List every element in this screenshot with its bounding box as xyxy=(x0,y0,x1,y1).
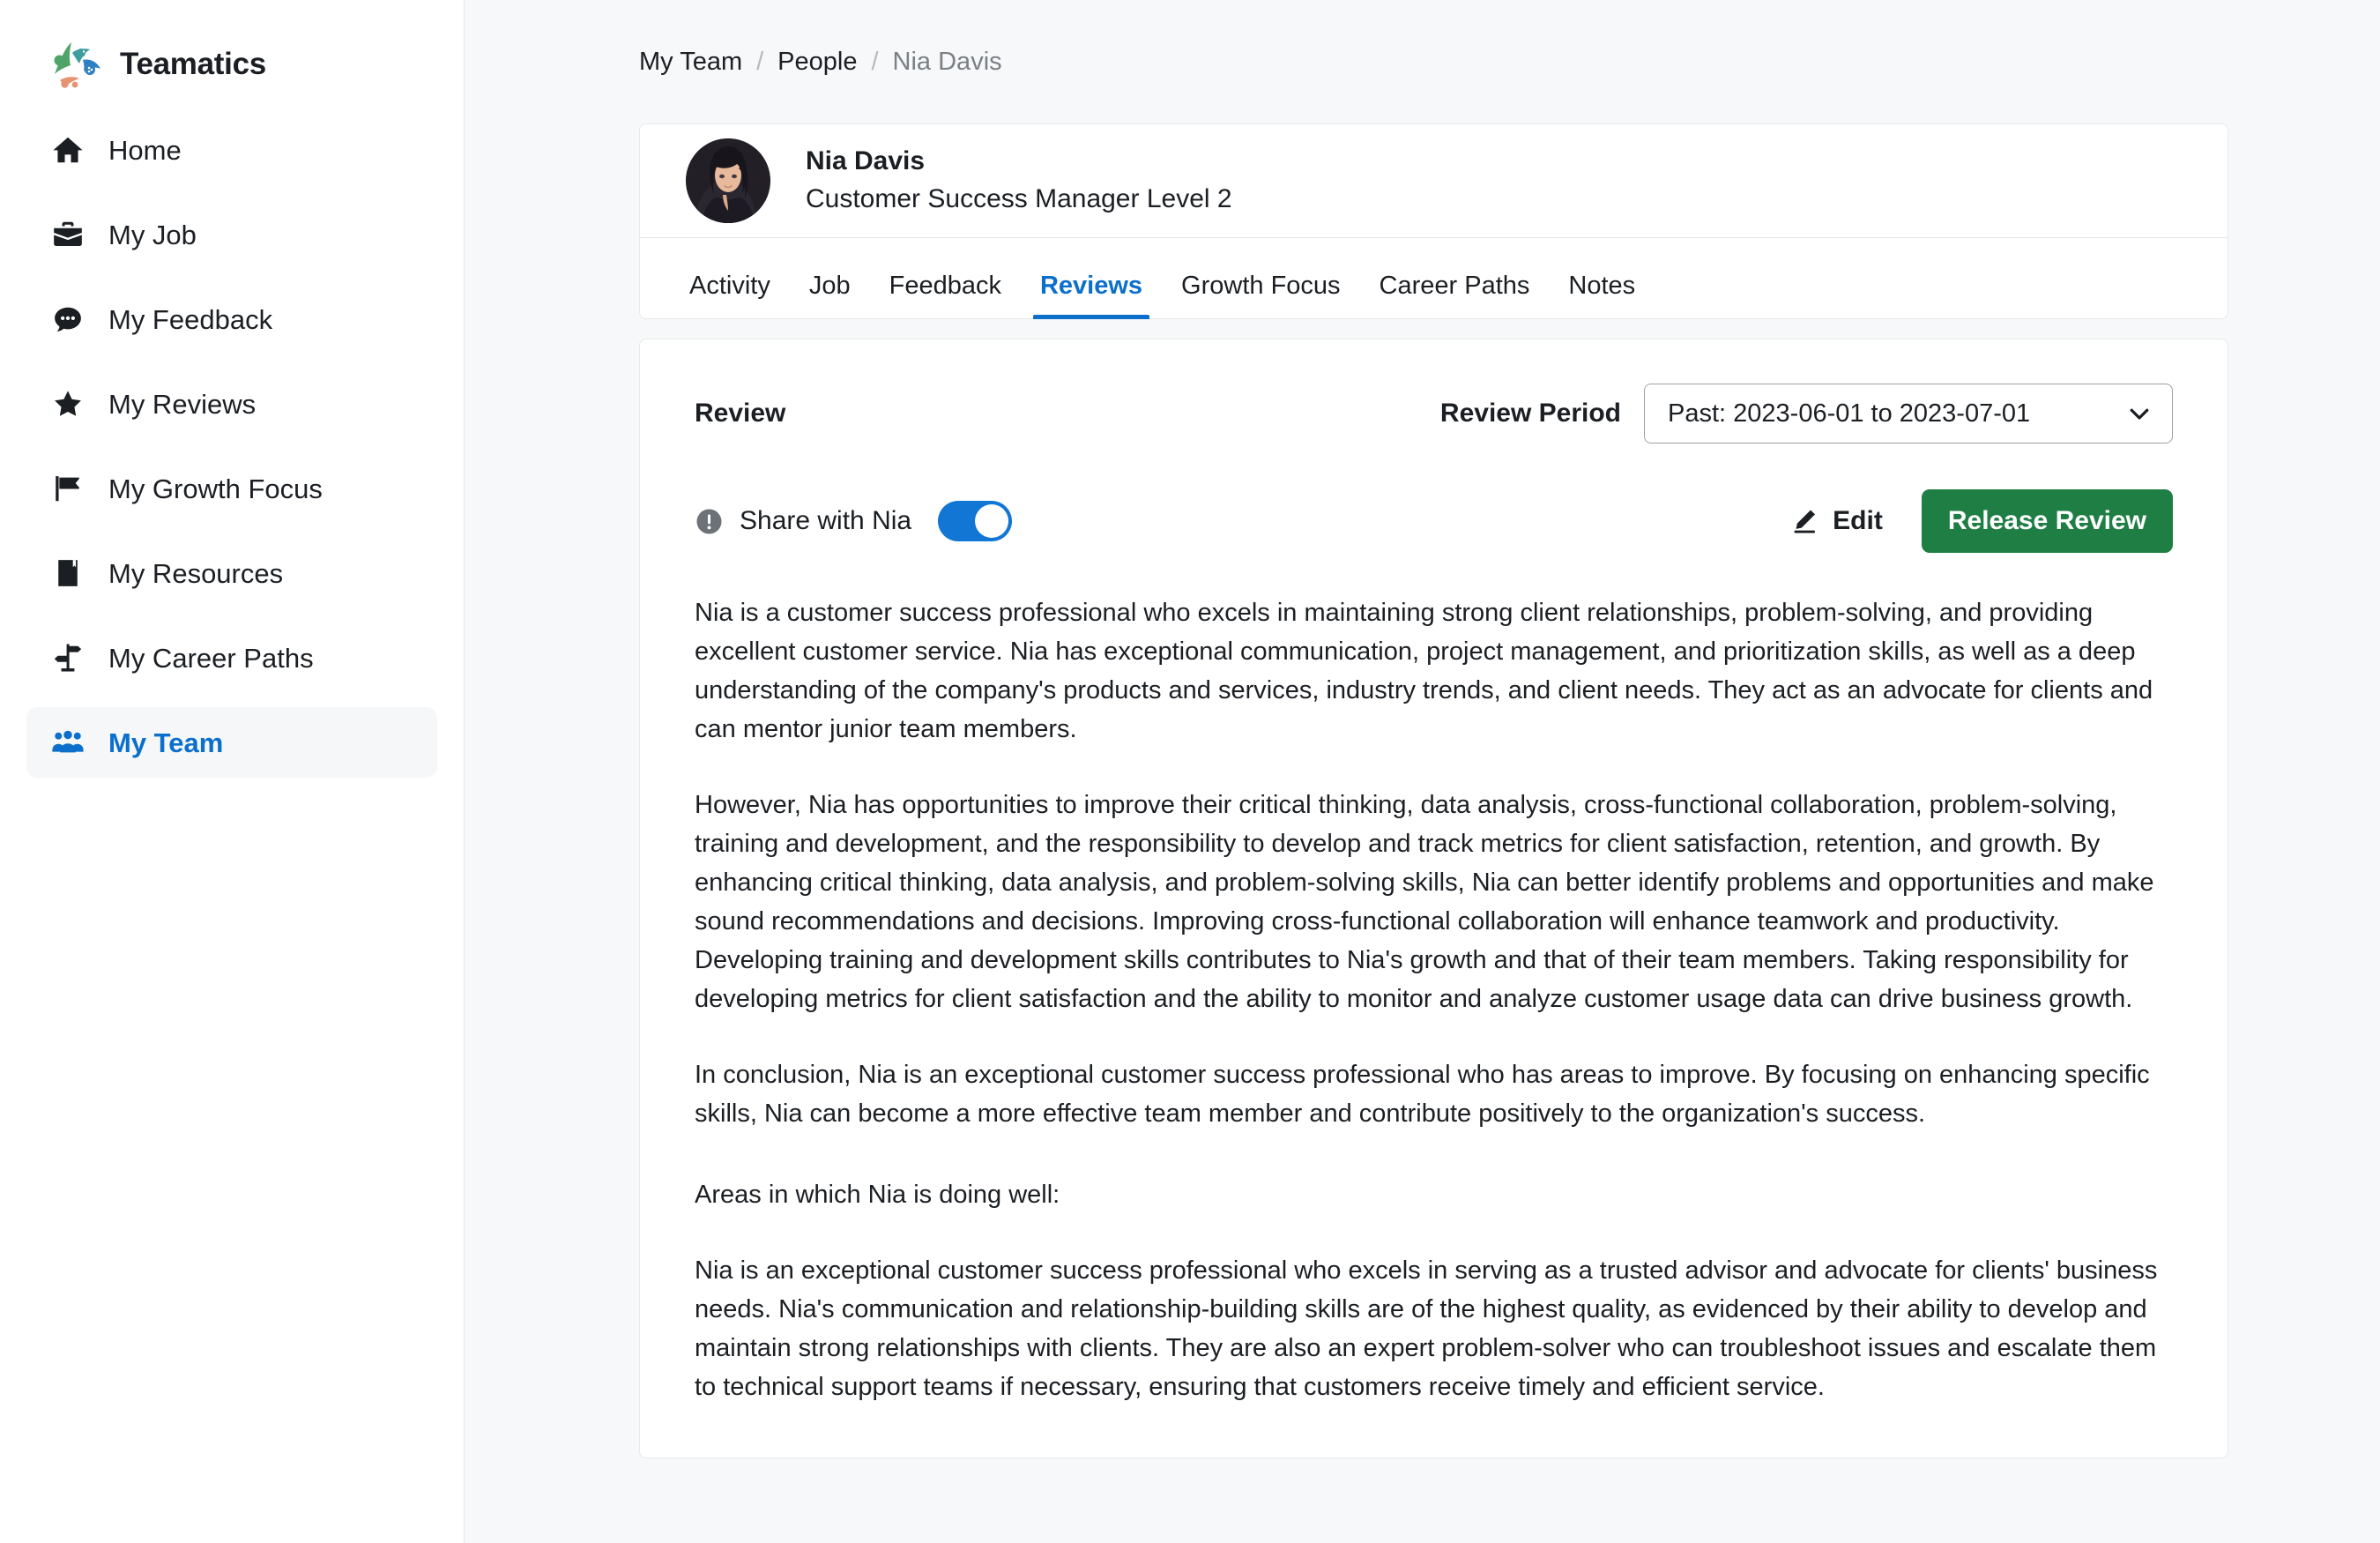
sidebar-item-label: My Reviews xyxy=(108,388,257,420)
review-paragraph: In conclusion, Nia is an exceptional cus… xyxy=(695,1061,2150,1128)
breadcrumb-separator: / xyxy=(756,47,764,76)
sidebar-item-label: My Resources xyxy=(108,557,284,589)
tab-feedback[interactable]: Feedback xyxy=(870,273,1021,318)
release-review-button[interactable]: Release Review xyxy=(1921,489,2173,553)
profile-tabs: Activity Job Feedback Reviews Growth Foc… xyxy=(640,237,2228,319)
tab-notes[interactable]: Notes xyxy=(1549,273,1655,318)
review-paragraph: Nia is a customer success professional w… xyxy=(695,599,2153,743)
sidebar-item-my-career-paths[interactable]: My Career Paths xyxy=(26,622,437,693)
sidebar-item-label: My Team xyxy=(108,727,224,758)
signpost-icon xyxy=(51,641,85,675)
chevron-down-icon xyxy=(2126,400,2153,427)
profile-header: Nia Davis Customer Success Manager Level… xyxy=(640,124,2228,237)
breadcrumb-item-my-team[interactable]: My Team xyxy=(639,48,742,77)
app-root: Teamatics Home My Job My Feedback My Rev… xyxy=(0,0,2380,1543)
review-paragraph: Nia is an exceptional customer success p… xyxy=(695,1256,2158,1401)
review-paragraph: However, Nia has opportunities to improv… xyxy=(695,791,2154,1013)
sidebar-nav: Home My Job My Feedback My Reviews My Gr… xyxy=(0,115,464,778)
share-with-person-label: Share with Nia xyxy=(740,506,912,535)
share-with-person-toggle[interactable] xyxy=(938,501,1013,541)
review-section-title: Review xyxy=(695,399,786,428)
briefcase-icon xyxy=(51,218,85,251)
tab-job[interactable]: Job xyxy=(790,273,870,318)
people-group-icon xyxy=(51,726,85,759)
tab-growth-focus[interactable]: Growth Focus xyxy=(1162,273,1360,318)
sidebar-item-label: My Growth Focus xyxy=(108,473,323,504)
review-period-select[interactable]: Past: 2023-06-01 to 2023-07-01 xyxy=(1644,384,2173,444)
person-name: Nia Davis xyxy=(806,145,926,175)
edit-button-label: Edit xyxy=(1833,506,1883,535)
sidebar-item-label: My Feedback xyxy=(108,303,273,335)
flag-icon xyxy=(51,472,85,505)
tab-reviews[interactable]: Reviews xyxy=(1021,273,1162,319)
comment-dots-icon xyxy=(51,302,85,336)
avatar[interactable] xyxy=(686,138,770,223)
star-icon xyxy=(51,387,85,421)
main-content: My Team / People / Nia Davis Nia Davis C… xyxy=(465,0,2380,1543)
teamatics-logo-icon xyxy=(46,39,104,90)
review-actions-row: Share with Nia Edit Release Review xyxy=(695,489,2173,553)
sidebar-item-label: My Career Paths xyxy=(108,642,314,674)
toggle-knob xyxy=(975,504,1009,538)
review-card: Review Review Period Past: 2023-06-01 to… xyxy=(639,339,2228,1458)
review-buttons: Edit Release Review xyxy=(1785,489,2173,553)
breadcrumb-separator: / xyxy=(871,47,879,76)
review-subheading: Areas in which Nia is doing well: xyxy=(695,1181,1060,1209)
sidebar-item-my-growth-focus[interactable]: My Growth Focus xyxy=(26,453,437,524)
review-period-value: Past: 2023-06-01 to 2023-07-01 xyxy=(1668,399,2031,428)
sidebar-item-my-job[interactable]: My Job xyxy=(26,199,437,270)
pencil-icon xyxy=(1790,507,1818,535)
review-body: Nia is a customer success professional w… xyxy=(695,593,2173,1406)
brand[interactable]: Teamatics xyxy=(0,0,464,102)
profile-card: Nia Davis Customer Success Manager Level… xyxy=(639,123,2228,319)
home-icon xyxy=(51,133,85,167)
brand-name: Teamatics xyxy=(120,47,266,81)
sidebar-item-label: My Job xyxy=(108,219,197,250)
sidebar-item-home[interactable]: Home xyxy=(26,115,437,185)
breadcrumb-item-people[interactable]: People xyxy=(777,48,857,77)
edit-button[interactable]: Edit xyxy=(1785,497,1888,545)
sidebar-item-my-team[interactable]: My Team xyxy=(26,707,437,778)
book-icon xyxy=(51,556,85,590)
profile-identity: Nia Davis Customer Success Manager Level… xyxy=(806,145,1232,218)
tab-activity[interactable]: Activity xyxy=(670,273,790,318)
sidebar-item-my-reviews[interactable]: My Reviews xyxy=(26,369,437,439)
sidebar-item-label: Home xyxy=(108,134,182,166)
breadcrumb: My Team / People / Nia Davis xyxy=(465,0,2380,123)
review-period-label: Review Period xyxy=(1439,399,1621,428)
share-with-person-group: Share with Nia xyxy=(695,501,1013,541)
review-toolbar: Review Review Period Past: 2023-06-01 to… xyxy=(695,384,2173,444)
exclamation-circle-icon[interactable] xyxy=(695,507,724,536)
tab-career-paths[interactable]: Career Paths xyxy=(1360,273,1550,318)
person-title: Customer Success Manager Level 2 xyxy=(806,184,1232,213)
sidebar: Teamatics Home My Job My Feedback My Rev… xyxy=(0,0,465,1543)
breadcrumb-item-current: Nia Davis xyxy=(892,47,1002,76)
sidebar-item-my-resources[interactable]: My Resources xyxy=(26,538,437,608)
sidebar-item-my-feedback[interactable]: My Feedback xyxy=(26,284,437,354)
review-period-group: Review Period Past: 2023-06-01 to 2023-0… xyxy=(1440,384,2173,444)
